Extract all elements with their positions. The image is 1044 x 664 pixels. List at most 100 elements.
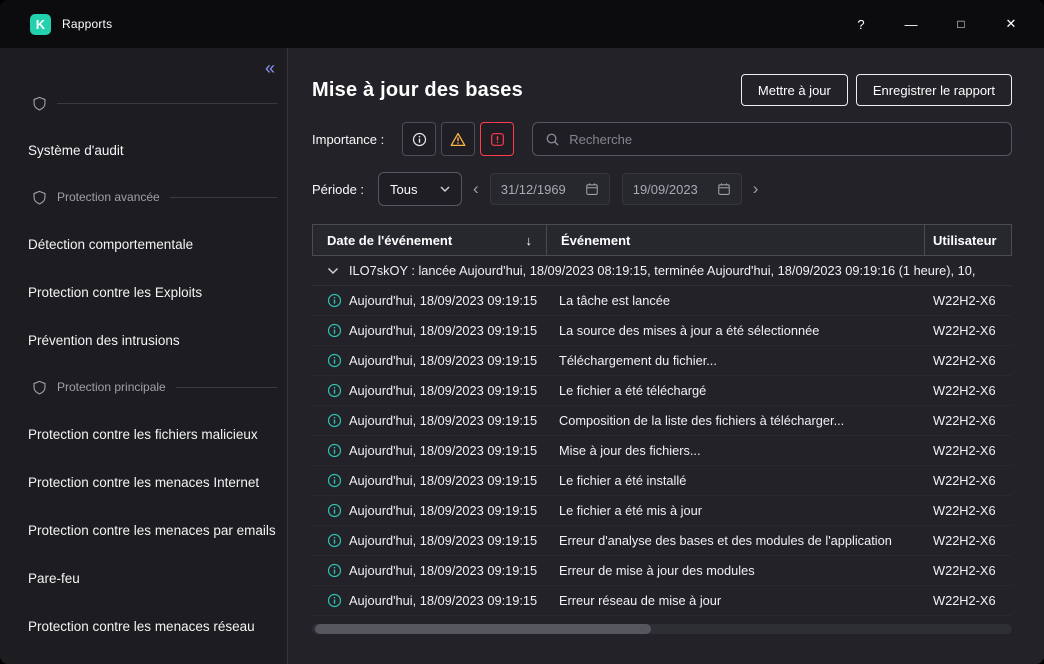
date-to-value: 19/09/2023 <box>633 182 698 197</box>
event-date: Aujourd'hui, 18/09/2023 09:19:15 <box>349 563 537 578</box>
sidebar-section <box>0 80 287 126</box>
table-row[interactable]: Aujourd'hui, 18/09/2023 09:19:15 Le fich… <box>312 496 1012 526</box>
table-row[interactable]: Aujourd'hui, 18/09/2023 09:19:15 La tâch… <box>312 286 1012 316</box>
window-title: Rapports <box>62 17 112 31</box>
sidebar-item[interactable]: Protection contre les menaces par emails <box>0 506 287 554</box>
event-user: W22H2-X6 <box>925 293 1012 308</box>
event-user: W22H2-X6 <box>925 413 1012 428</box>
sidebar-item[interactable]: Protection contre les fichiers malicieux <box>0 410 287 458</box>
info-icon <box>327 293 342 308</box>
info-icon <box>327 413 342 428</box>
table-row[interactable]: Aujourd'hui, 18/09/2023 09:19:15 Erreur … <box>312 586 1012 616</box>
sidebar-item[interactable]: Système d'audit <box>0 126 287 174</box>
sidebar-item-label: Protection contre les Exploits <box>28 285 202 300</box>
column-header-user[interactable]: Utilisateur <box>924 225 1011 255</box>
sidebar-item-label: Système d'audit <box>28 143 124 158</box>
info-icon <box>327 563 342 578</box>
chevron-down-icon <box>440 186 450 192</box>
group-row-text: ILO7skOY : lancée Aujourd'hui, 18/09/202… <box>349 263 1004 278</box>
sidebar-nav: Système d'audit Protection avancée Détec… <box>0 80 287 650</box>
window-body: « Système d'audit Protection avancée Dét… <box>0 48 1044 664</box>
filter-warning-button[interactable] <box>441 122 475 156</box>
event-user: W22H2-X6 <box>925 533 1012 548</box>
date-to-field[interactable]: 19/09/2023 <box>622 173 742 205</box>
event-text: Composition de la liste des fichiers à t… <box>545 413 925 428</box>
period-select-value: Tous <box>390 182 417 197</box>
group-row[interactable]: ILO7skOY : lancée Aujourd'hui, 18/09/202… <box>312 256 1012 286</box>
table-row[interactable]: Aujourd'hui, 18/09/2023 09:19:15 Composi… <box>312 406 1012 436</box>
section-divider <box>57 103 277 104</box>
info-icon <box>327 383 342 398</box>
filter-info-button[interactable] <box>402 122 436 156</box>
table-row[interactable]: Aujourd'hui, 18/09/2023 09:19:15 Télécha… <box>312 346 1012 376</box>
sidebar-item-label: Protection contre les fichiers malicieux <box>28 427 258 442</box>
page-title: Mise à jour des bases <box>312 79 523 102</box>
maximize-button[interactable]: □ <box>948 11 974 37</box>
table-row[interactable]: Aujourd'hui, 18/09/2023 09:19:15 Erreur … <box>312 556 1012 586</box>
search-box[interactable] <box>532 122 1012 156</box>
next-period-button[interactable]: › <box>753 179 759 199</box>
event-user: W22H2-X6 <box>925 563 1012 578</box>
table-row[interactable]: Aujourd'hui, 18/09/2023 09:19:15 La sour… <box>312 316 1012 346</box>
event-date: Aujourd'hui, 18/09/2023 09:19:15 <box>349 413 537 428</box>
kaspersky-logo-icon: K <box>30 14 51 35</box>
sidebar-item[interactable]: Protection contre les menaces Internet <box>0 458 287 506</box>
app-window: K Rapports ? — □ ✕ « Système d'audit Pro… <box>0 0 1044 664</box>
date-from-field[interactable]: 31/12/1969 <box>490 173 610 205</box>
sidebar-item[interactable]: Protection contre les Exploits <box>0 268 287 316</box>
event-date: Aujourd'hui, 18/09/2023 09:19:15 <box>349 443 537 458</box>
info-icon <box>327 503 342 518</box>
search-input[interactable] <box>569 132 999 147</box>
sidebar-item[interactable]: Protection contre les menaces réseau <box>0 602 287 650</box>
sidebar-item[interactable]: Prévention des intrusions <box>0 316 287 364</box>
event-user: W22H2-X6 <box>925 323 1012 338</box>
table-body: Aujourd'hui, 18/09/2023 09:19:15 La tâch… <box>312 286 1012 616</box>
scrollbar-thumb[interactable] <box>315 624 651 634</box>
importance-filter-row: Importance : <box>312 122 1012 156</box>
update-button[interactable]: Mettre à jour <box>741 74 848 106</box>
close-button[interactable]: ✕ <box>998 11 1024 37</box>
shield-icon <box>32 96 47 111</box>
column-header-user-label: Utilisateur <box>933 233 997 248</box>
column-header-date[interactable]: Date de l'événement ↓ <box>313 225 546 255</box>
event-user: W22H2-X6 <box>925 353 1012 368</box>
table-row[interactable]: Aujourd'hui, 18/09/2023 09:19:15 Erreur … <box>312 526 1012 556</box>
column-header-event[interactable]: Événement <box>546 225 924 255</box>
table-row[interactable]: Aujourd'hui, 18/09/2023 09:19:15 Le fich… <box>312 466 1012 496</box>
event-text: Téléchargement du fichier... <box>545 353 925 368</box>
sidebar-section-label: Protection principale <box>57 380 166 394</box>
window-controls: ? — □ ✕ <box>848 11 1024 37</box>
sidebar-item-label: Protection contre les menaces Internet <box>28 475 259 490</box>
importance-label: Importance : <box>312 132 384 147</box>
sidebar-item[interactable]: Pare-feu <box>0 554 287 602</box>
sort-desc-icon: ↓ <box>526 233 533 248</box>
event-user: W22H2-X6 <box>925 593 1012 608</box>
period-select[interactable]: Tous <box>378 172 462 206</box>
table-row[interactable]: Aujourd'hui, 18/09/2023 09:19:15 Le fich… <box>312 376 1012 406</box>
event-date: Aujourd'hui, 18/09/2023 09:19:15 <box>349 293 537 308</box>
date-from-value: 31/12/1969 <box>501 182 566 197</box>
filter-critical-button[interactable] <box>480 122 514 156</box>
horizontal-scrollbar[interactable] <box>312 624 1012 634</box>
sidebar-section: Protection principale <box>0 364 287 410</box>
save-report-button[interactable]: Enregistrer le rapport <box>856 74 1012 106</box>
calendar-icon <box>585 182 599 196</box>
header-actions: Mettre à jour Enregistrer le rapport <box>741 74 1012 106</box>
shield-icon <box>32 190 47 205</box>
help-button[interactable]: ? <box>848 11 874 37</box>
period-filter-row: Période : Tous ‹ 31/12/1969 19/09/2023 › <box>312 172 1012 206</box>
event-date: Aujourd'hui, 18/09/2023 09:19:15 <box>349 353 537 368</box>
minimize-button[interactable]: — <box>898 11 924 37</box>
warning-icon <box>450 132 466 147</box>
column-header-event-label: Événement <box>561 233 630 248</box>
collapse-sidebar-button[interactable]: « <box>265 56 275 80</box>
event-text: Erreur réseau de mise à jour <box>545 593 925 608</box>
info-icon <box>327 443 342 458</box>
info-icon <box>327 473 342 488</box>
event-text: Erreur d'analyse des bases et des module… <box>545 533 925 548</box>
sidebar-item[interactable]: Détection comportementale <box>0 220 287 268</box>
titlebar: K Rapports ? — □ ✕ <box>0 0 1044 48</box>
table-row[interactable]: Aujourd'hui, 18/09/2023 09:19:15 Mise à … <box>312 436 1012 466</box>
event-date: Aujourd'hui, 18/09/2023 09:19:15 <box>349 473 537 488</box>
prev-period-button[interactable]: ‹ <box>473 179 479 199</box>
